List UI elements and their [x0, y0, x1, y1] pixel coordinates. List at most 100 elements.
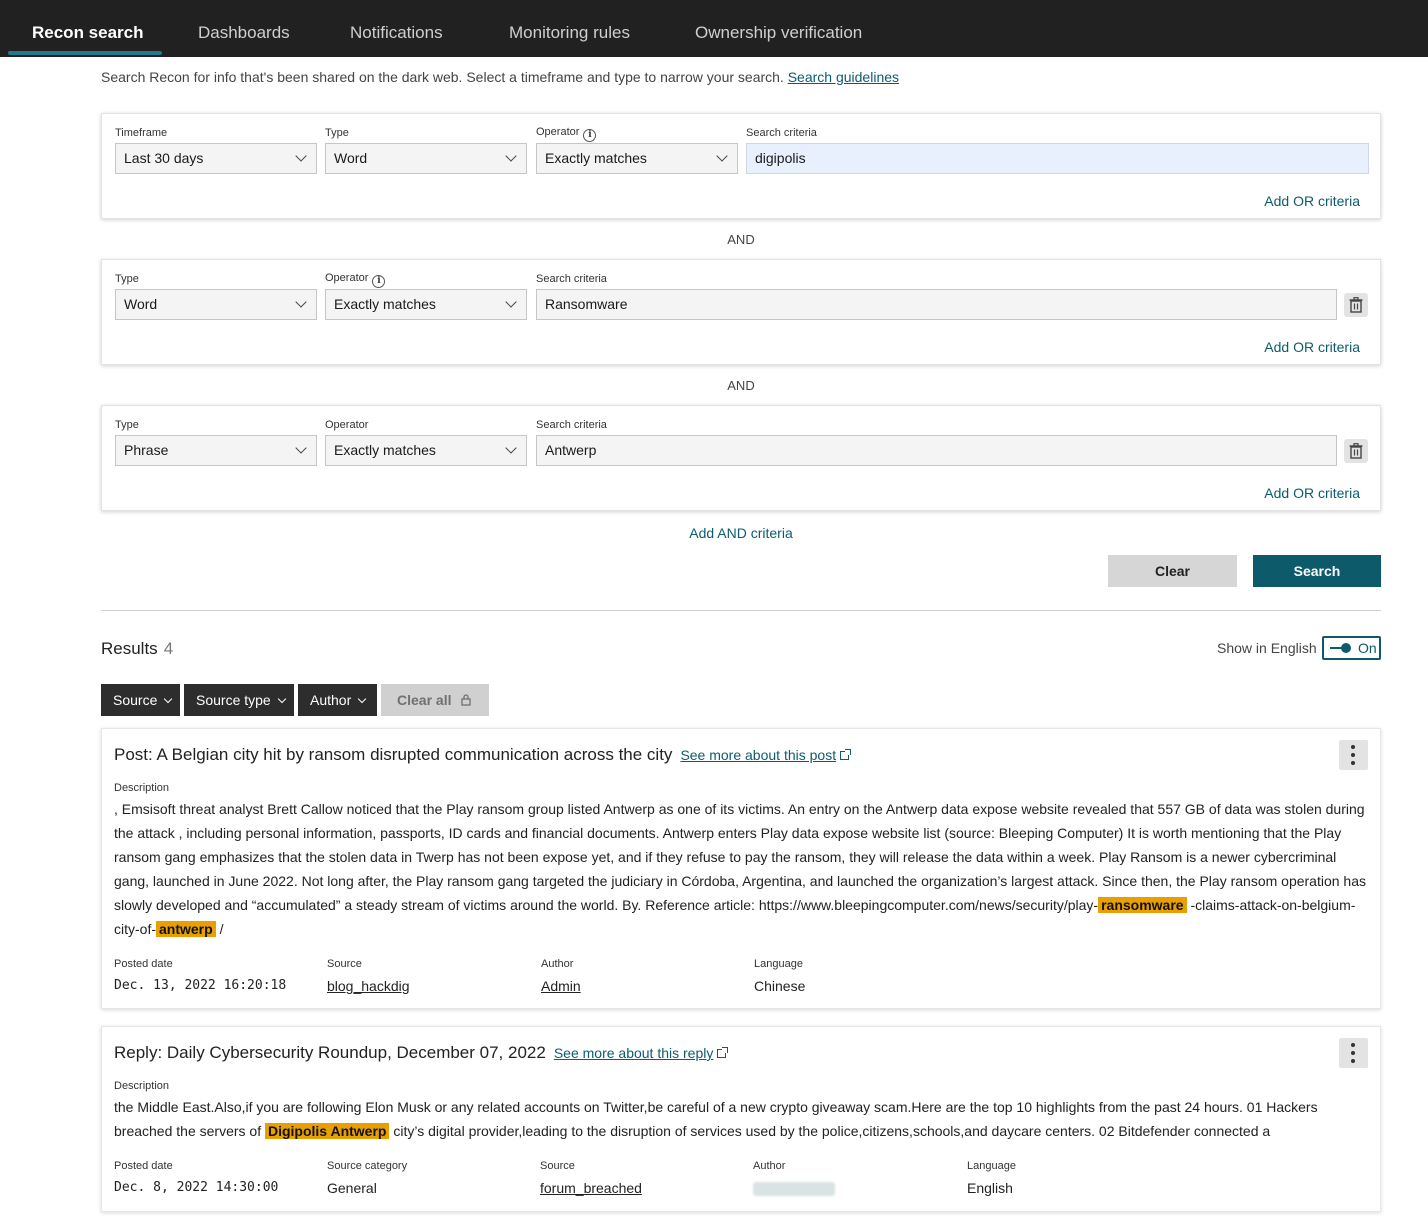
language-value: English: [967, 1180, 1013, 1196]
operator-select[interactable]: Exactly matches: [325, 435, 527, 466]
info-icon[interactable]: i: [583, 129, 597, 142]
kebab-dot: [1351, 753, 1355, 757]
tab-monitoring-rules[interactable]: Monitoring rules: [509, 0, 630, 57]
language-value: Chinese: [754, 978, 806, 994]
kebab-dot: [1351, 1051, 1355, 1055]
filter-label: Source type: [196, 692, 271, 708]
trash-icon: [1349, 443, 1363, 459]
result-description: , Emsisoft threat analyst Brett Callow n…: [114, 797, 1372, 941]
search-criteria-input[interactable]: Antwerp: [536, 435, 1337, 466]
posted-date: Dec. 8, 2022 14:30:00: [114, 1180, 279, 1195]
add-and-criteria-link[interactable]: Add AND criteria: [101, 525, 1381, 541]
info-icon[interactable]: i: [372, 275, 386, 288]
source-link[interactable]: forum_breached: [540, 1180, 642, 1196]
see-more-link[interactable]: See more about this reply: [553, 1045, 729, 1061]
chevron-down-icon: [505, 150, 517, 162]
posted-date: Dec. 13, 2022 16:20:18: [114, 978, 287, 993]
external-link-icon: [717, 1047, 729, 1058]
tab-ownership-verification[interactable]: Ownership verification: [695, 0, 862, 57]
timeframe-value: Last 30 days: [124, 150, 204, 166]
search-guidelines-link[interactable]: Search guidelines: [788, 69, 899, 85]
divider: [101, 610, 1381, 611]
type-value: Phrase: [124, 442, 169, 458]
intro-description: Search Recon for info that's been shared…: [101, 69, 784, 85]
chevron-down-icon: [295, 442, 307, 454]
posted-date-label: Posted date: [114, 958, 173, 970]
source-label: Source: [540, 1160, 575, 1172]
chevron-down-icon: [358, 694, 367, 704]
kebab-dot: [1351, 1059, 1355, 1063]
type-select[interactable]: Word: [325, 143, 527, 174]
type-value: Word: [124, 296, 158, 312]
results-count: 4: [163, 639, 174, 658]
author-link[interactable]: Admin: [541, 978, 581, 994]
filter-label: Author: [310, 692, 352, 708]
criteria-group-2: Type Word Operator i Exactly matches Sear…: [101, 259, 1381, 365]
description-label: Description: [114, 782, 170, 794]
search-criteria-input[interactable]: digipolis: [746, 143, 1369, 174]
add-or-criteria-link[interactable]: Add OR criteria: [1264, 193, 1360, 209]
clear-all-button[interactable]: Clear all: [381, 684, 489, 716]
search-criteria-label: Search criteria: [746, 127, 817, 139]
description-text: city’s digital provider,leading to the d…: [393, 1123, 1271, 1139]
source-category-label: Source category: [327, 1160, 408, 1172]
operator-value: Exactly matches: [545, 150, 647, 166]
operator-label: Operator: [325, 419, 369, 431]
add-or-criteria-link[interactable]: Add OR criteria: [1264, 485, 1360, 501]
type-label: Type: [115, 419, 139, 431]
operator-select[interactable]: Exactly matches: [536, 143, 738, 174]
more-options-button[interactable]: [1339, 740, 1368, 770]
top-nav: Recon search Dashboards Notifications Mo…: [0, 0, 1428, 57]
chevron-down-icon: [295, 150, 307, 162]
more-options-button[interactable]: [1339, 1038, 1368, 1068]
see-more-link[interactable]: See more about this post: [680, 747, 852, 763]
delete-criteria-button[interactable]: [1344, 293, 1368, 317]
result-card: Reply: Daily Cybersecurity Roundup, Dece…: [101, 1026, 1381, 1212]
show-in-english-label: Show in English: [1217, 640, 1317, 656]
delete-criteria-button[interactable]: [1344, 439, 1368, 463]
show-in-english-toggle[interactable]: On: [1322, 636, 1381, 660]
search-criteria-input[interactable]: Ransomware: [536, 289, 1337, 320]
chevron-down-icon: [505, 296, 517, 308]
type-label: Type: [115, 273, 139, 285]
source-link[interactable]: blog_hackdig: [327, 978, 410, 994]
posted-date-label: Posted date: [114, 1160, 173, 1172]
operator-value: Exactly matches: [334, 296, 436, 312]
operator-label-text: Operator: [325, 272, 369, 284]
trash-icon: [1349, 297, 1363, 313]
results-heading: Results 4: [101, 639, 173, 659]
source-label: Source: [327, 958, 362, 970]
chevron-down-icon: [716, 150, 728, 162]
chevron-down-icon: [277, 694, 286, 704]
redacted-author: [753, 1182, 835, 1196]
result-card: Post: A Belgian city hit by ransom disru…: [101, 728, 1381, 1009]
type-select[interactable]: Word: [115, 289, 317, 320]
operator-select[interactable]: Exactly matches: [325, 289, 527, 320]
tab-notifications[interactable]: Notifications: [350, 0, 443, 57]
operator-label-text: Operator: [536, 126, 580, 138]
and-label: AND: [727, 232, 755, 247]
add-or-criteria-link[interactable]: Add OR criteria: [1264, 339, 1360, 355]
source-filter-button[interactable]: Source: [101, 684, 180, 716]
clear-all-label: Clear all: [397, 692, 452, 708]
tab-dashboards[interactable]: Dashboards: [198, 0, 290, 57]
search-criteria-label: Search criteria: [536, 419, 607, 431]
search-button[interactable]: Search: [1253, 555, 1381, 587]
type-select[interactable]: Phrase: [115, 435, 317, 466]
highlight-match: Digipolis Antwerp: [264, 1123, 390, 1139]
author-label: Author: [541, 958, 574, 970]
tab-recon-search[interactable]: Recon search: [32, 0, 144, 57]
external-link-icon: [840, 749, 852, 760]
operator-label: Operator i: [325, 272, 386, 288]
operator-value: Exactly matches: [334, 442, 436, 458]
author-label: Author: [753, 1160, 786, 1172]
and-label: AND: [727, 378, 755, 393]
criteria-group-3: Type Phrase Operator Exactly matches Sea…: [101, 405, 1381, 511]
see-more-link-text: See more about this reply: [553, 1045, 714, 1061]
timeframe-select[interactable]: Last 30 days: [115, 143, 317, 174]
see-more-link-text: See more about this post: [680, 747, 837, 763]
clear-button[interactable]: Clear: [1108, 555, 1237, 587]
author-filter-button[interactable]: Author: [298, 684, 377, 716]
source-type-filter-button[interactable]: Source type: [184, 684, 294, 716]
description-text: /: [219, 921, 224, 937]
